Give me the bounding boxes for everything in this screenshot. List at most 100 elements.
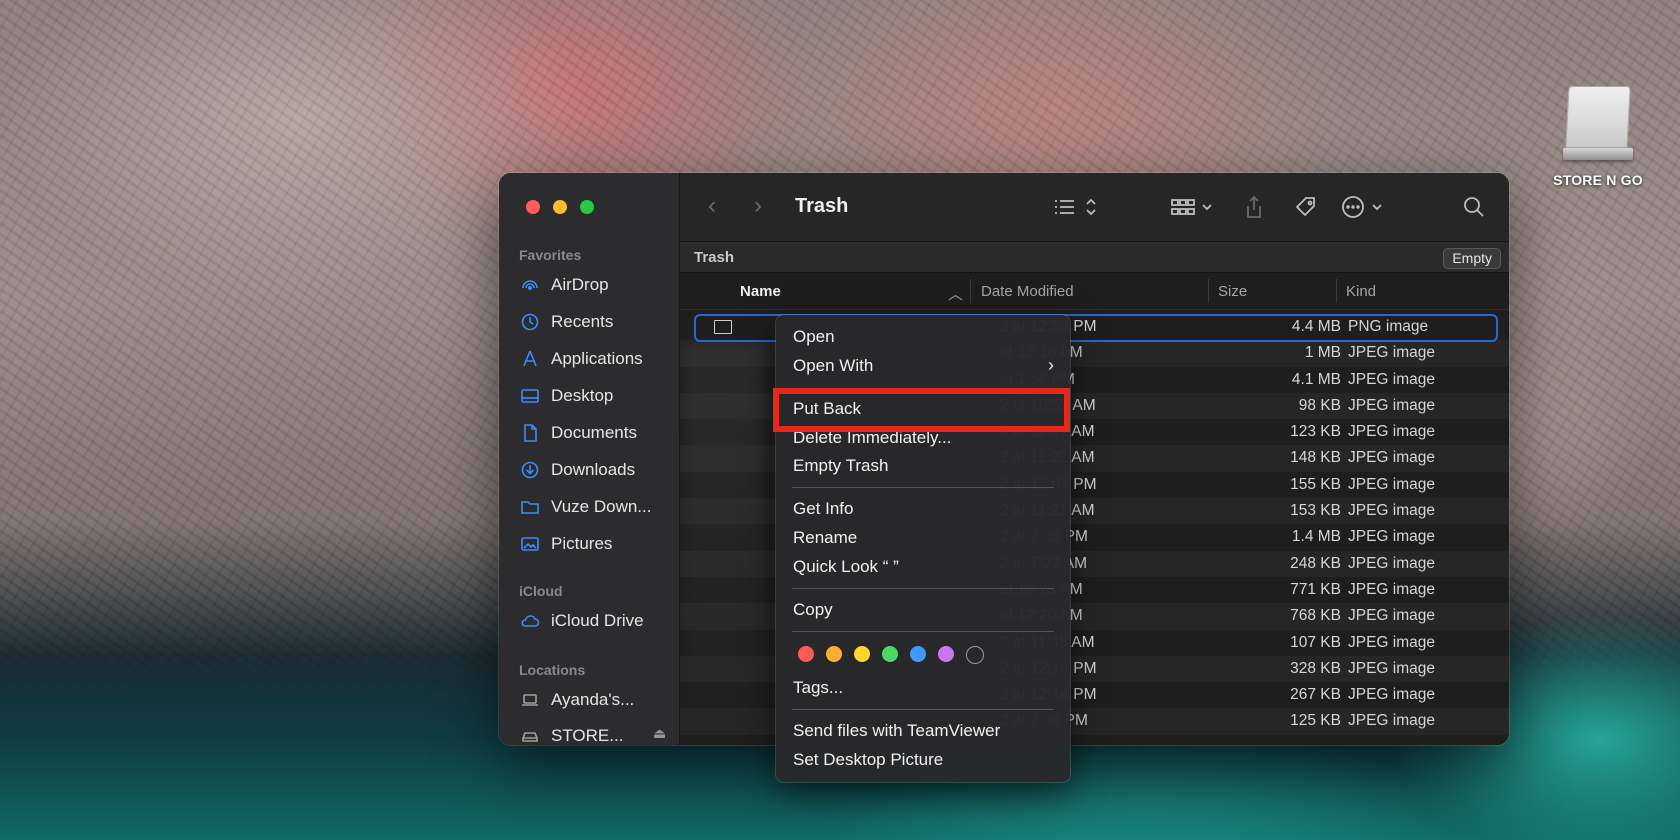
chevron-down-icon xyxy=(1202,204,1212,211)
menu-item-open-with[interactable]: Open With xyxy=(793,353,873,378)
action-button[interactable] xyxy=(1340,193,1384,221)
column-name[interactable]: Name xyxy=(740,283,781,300)
tag-color-dot[interactable] xyxy=(854,646,870,662)
cell-kind: JPEG image xyxy=(1348,633,1436,651)
menu-item-get-info[interactable]: Get Info xyxy=(793,496,853,521)
chevron-down-icon xyxy=(1372,204,1382,211)
sidebar-section-icloud: iCloud xyxy=(519,583,563,599)
cell-size: 267 KB xyxy=(1290,686,1341,704)
menu-item-copy[interactable]: Copy xyxy=(793,597,833,622)
tag-color-dot[interactable] xyxy=(882,646,898,662)
path-bar: Trash Empty xyxy=(680,242,1509,273)
chevron-right-icon: › xyxy=(1048,355,1054,375)
sidebar-item-label: Ayanda's... xyxy=(551,690,635,709)
sidebar-item-mac[interactable]: Ayanda's... xyxy=(519,685,679,715)
cell-kind: JPEG image xyxy=(1348,449,1436,467)
close-button[interactable] xyxy=(526,200,540,214)
minimize-button[interactable] xyxy=(553,200,567,214)
tag-color-dot[interactable] xyxy=(938,646,954,662)
empty-trash-button[interactable]: Empty xyxy=(1443,248,1501,269)
menu-item-empty-trash[interactable]: Empty Trash xyxy=(793,453,888,478)
cell-kind: JPEG image xyxy=(1348,686,1436,704)
cell-kind: JPEG image xyxy=(1348,344,1436,362)
sidebar-section-locations: Locations xyxy=(519,662,586,678)
sidebar-section-favorites: Favorites xyxy=(519,247,582,263)
column-size[interactable]: Size xyxy=(1218,283,1247,300)
zoom-button[interactable] xyxy=(580,200,594,214)
cell-size: 771 KB xyxy=(1290,580,1341,598)
eject-icon[interactable]: ⏏ xyxy=(653,725,666,742)
tag-color-dot[interactable] xyxy=(798,646,814,662)
cell-kind: JPEG image xyxy=(1348,528,1436,546)
blurred-filenames xyxy=(686,345,766,745)
sidebar-item-applications[interactable]: Applications xyxy=(519,344,679,374)
clock-icon xyxy=(519,311,541,333)
search-icon xyxy=(1464,197,1484,217)
cell-size: 248 KB xyxy=(1290,554,1341,572)
column-kind[interactable]: Kind xyxy=(1346,283,1376,300)
sort-ascending-icon[interactable]: ︿ xyxy=(948,283,963,304)
sidebar: Favorites AirDrop Recents Applications D… xyxy=(499,173,680,745)
drive-label: STORE N GO xyxy=(1553,172,1643,188)
menu-item-open[interactable]: Open xyxy=(793,324,835,349)
view-options-button[interactable] xyxy=(1052,193,1098,221)
cell-size: 153 KB xyxy=(1290,502,1341,520)
cell-size: 123 KB xyxy=(1290,423,1341,441)
put-back-highlight-box xyxy=(773,388,1070,432)
sidebar-item-label: Vuze Down... xyxy=(551,497,652,516)
cell-size: 107 KB xyxy=(1290,633,1341,651)
pictures-icon xyxy=(519,533,541,555)
cell-size: 4.1 MB xyxy=(1291,370,1341,388)
menu-item-tags[interactable]: Tags... xyxy=(793,675,843,700)
menu-item-rename[interactable]: Rename xyxy=(793,525,857,550)
back-button[interactable]: ‹ xyxy=(708,194,732,219)
menu-item-teamviewer[interactable]: Send files with TeamViewer xyxy=(793,718,1000,743)
cloud-icon xyxy=(519,610,541,632)
context-menu: Open Open With › Put Back Delete Immedia… xyxy=(776,315,1070,782)
sidebar-item-airdrop[interactable]: AirDrop xyxy=(519,270,679,300)
window-title: Trash xyxy=(795,195,849,217)
sidebar-item-recents[interactable]: Recents xyxy=(519,307,679,337)
cell-size: 155 KB xyxy=(1290,475,1341,493)
cell-size: 328 KB xyxy=(1290,659,1341,677)
toolbar: ‹ › Trash xyxy=(680,173,1509,242)
sidebar-item-vuze-downloads[interactable]: Vuze Down... xyxy=(519,492,679,522)
sidebar-item-desktop[interactable]: Desktop xyxy=(519,381,679,411)
list-view-icon xyxy=(1055,200,1074,214)
column-date-modified[interactable]: Date Modified xyxy=(981,283,1074,300)
external-drive-icon xyxy=(1563,86,1633,164)
sidebar-item-downloads[interactable]: Downloads xyxy=(519,455,679,485)
desktop-drive[interactable]: STORE N GO xyxy=(1538,86,1658,188)
laptop-icon xyxy=(519,689,541,711)
cell-kind: JPEG image xyxy=(1348,502,1436,520)
forward-button[interactable]: › xyxy=(754,194,778,219)
applications-icon xyxy=(519,348,541,370)
group-button[interactable] xyxy=(1170,193,1214,221)
search-button[interactable] xyxy=(1462,193,1486,221)
cell-kind: JPEG image xyxy=(1348,607,1436,625)
tags-button[interactable] xyxy=(1293,193,1319,221)
cell-kind: JPEG image xyxy=(1348,580,1436,598)
download-icon xyxy=(519,459,541,481)
cell-size: 1.4 MB xyxy=(1291,528,1341,546)
tag-color-dot[interactable] xyxy=(966,646,984,664)
cell-kind: JPEG image xyxy=(1348,712,1436,730)
share-icon xyxy=(1247,195,1261,218)
tag-color-dot[interactable] xyxy=(910,646,926,662)
sidebar-item-store-drive[interactable]: STORE... ⏏ xyxy=(519,721,679,745)
tag-color-dot[interactable] xyxy=(826,646,842,662)
sidebar-item-label: STORE... xyxy=(551,726,624,745)
sidebar-item-pictures[interactable]: Pictures xyxy=(519,529,679,559)
window-controls xyxy=(526,200,594,214)
tag-icon xyxy=(1295,197,1315,217)
cell-kind: JPEG image xyxy=(1348,370,1436,388)
menu-item-quick-look[interactable]: Quick Look “ ” xyxy=(793,554,899,579)
sidebar-item-icloud-drive[interactable]: iCloud Drive xyxy=(519,606,679,636)
folder-icon xyxy=(519,496,541,518)
path-title: Trash xyxy=(694,249,735,266)
airdrop-icon xyxy=(519,274,541,296)
menu-item-set-desktop-picture[interactable]: Set Desktop Picture xyxy=(793,747,943,772)
cell-kind: JPEG image xyxy=(1348,396,1436,414)
sidebar-item-documents[interactable]: Documents xyxy=(519,418,679,448)
share-button[interactable] xyxy=(1243,193,1265,221)
